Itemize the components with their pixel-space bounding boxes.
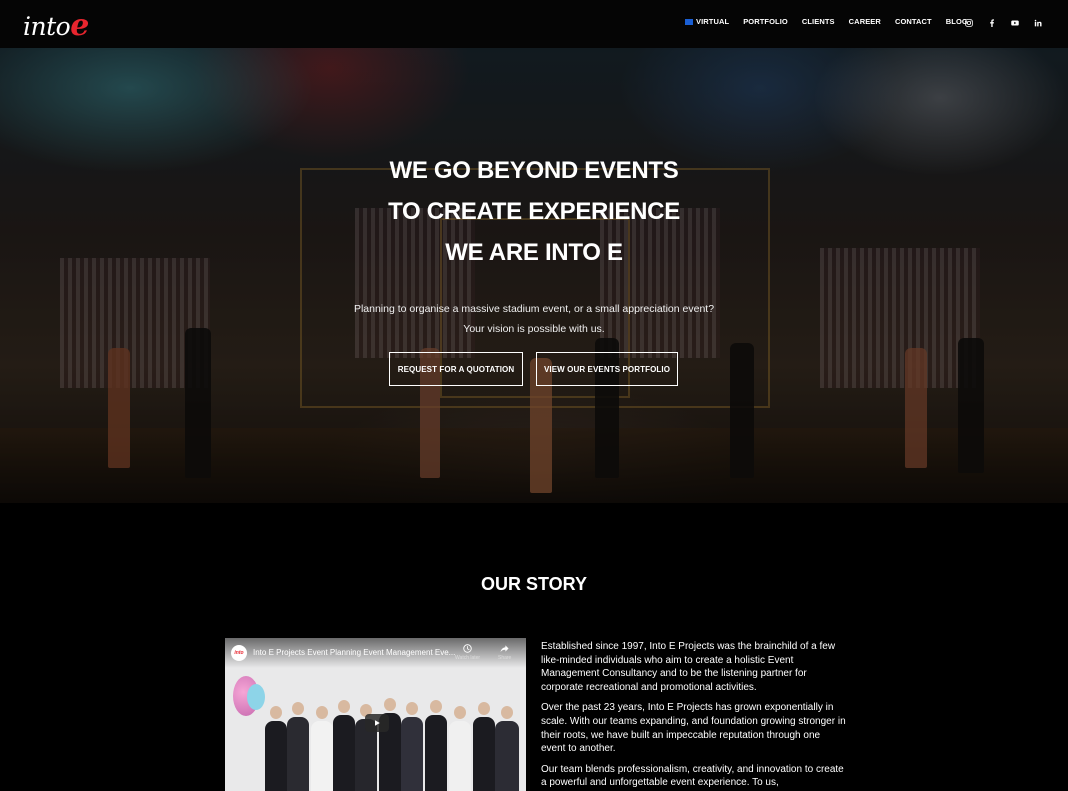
- linkedin-icon[interactable]: [1032, 17, 1044, 29]
- video-title[interactable]: Into E Projects Event Planning Event Man…: [253, 648, 455, 657]
- logo-accent: e: [70, 8, 89, 43]
- view-portfolio-button[interactable]: VIEW OUR EVENTS PORTFOLIO: [536, 352, 678, 386]
- hero-headline-line-3: WE ARE INTO E: [445, 239, 623, 266]
- team-member-head: [454, 706, 466, 719]
- hero-headline-line-1: WE GO BEYOND EVENTS: [389, 157, 679, 184]
- share-button[interactable]: Share: [498, 644, 511, 661]
- hero-content: WE GO BEYOND EVENTS TO CREATE EXPERIENCE…: [0, 48, 1068, 503]
- team-member: [473, 717, 495, 791]
- team-member: [425, 715, 447, 791]
- site-header: intoe VIRTUAL PORTFOLIO CLIENTS CAREER C…: [0, 0, 1068, 48]
- share-label: Share: [498, 655, 512, 661]
- clock-icon: [463, 644, 472, 653]
- request-quotation-button[interactable]: REQUEST FOR A QUOTATION: [389, 352, 523, 386]
- story-paragraph: Established since 1997, Into E Projects …: [541, 641, 836, 693]
- team-member-head: [406, 702, 418, 715]
- team-member: [495, 721, 519, 791]
- team-member: [311, 721, 333, 791]
- logo-text: into: [23, 12, 71, 41]
- channel-avatar[interactable]: into: [231, 645, 247, 661]
- hero-headline-line-2: TO CREATE EXPERIENCE: [388, 198, 680, 225]
- team-member: [333, 715, 355, 791]
- hero-banner: WE GO BEYOND EVENTS TO CREATE EXPERIENCE…: [0, 48, 1068, 503]
- team-member: [265, 721, 287, 791]
- team-member-head: [478, 702, 490, 715]
- nav-clients[interactable]: CLIENTS: [802, 17, 835, 26]
- section-title: OUR STORY: [480, 574, 587, 594]
- nav-portfolio[interactable]: PORTFOLIO: [743, 17, 788, 26]
- youtube-icon[interactable]: [1009, 17, 1021, 29]
- team-member-head: [292, 702, 304, 715]
- team-member-head: [501, 706, 513, 719]
- team-member-head: [270, 706, 282, 719]
- team-member-head: [338, 700, 350, 713]
- team-member: [287, 717, 309, 791]
- video-embed[interactable]: into Into E Projects Event Planning Even…: [225, 638, 526, 791]
- logo[interactable]: intoe: [23, 8, 89, 43]
- facebook-icon[interactable]: [986, 17, 998, 29]
- story-text: Established since 1997, Into E Projects …: [541, 640, 846, 791]
- share-icon: [500, 645, 509, 653]
- watch-later-button[interactable]: Watch later: [455, 644, 480, 661]
- team-member-head: [384, 698, 396, 711]
- team-member: [401, 717, 423, 791]
- main-nav: VIRTUAL PORTFOLIO CLIENTS CAREER CONTACT…: [685, 17, 982, 26]
- hero-subtext-line-2: Your vision is possible with us.: [463, 323, 605, 335]
- hero-subtext-line-1: Planning to organise a massive stadium e…: [353, 303, 715, 315]
- balloon-decoration: [247, 684, 265, 710]
- nav-career[interactable]: CAREER: [849, 17, 881, 26]
- nav-virtual[interactable]: VIRTUAL: [685, 17, 729, 26]
- story-paragraph: Our team blends professionalism, creativ…: [541, 763, 844, 789]
- story-paragraph: Over the past 23 years, Into E Projects …: [541, 702, 846, 755]
- play-button[interactable]: [365, 714, 389, 732]
- team-member-head: [430, 700, 442, 713]
- team-member: [449, 721, 471, 791]
- team-member-head: [316, 706, 328, 719]
- nav-label: VIRTUAL: [696, 17, 730, 26]
- instagram-icon[interactable]: [963, 17, 975, 29]
- watch-later-label: Watch later: [455, 655, 481, 661]
- flag-icon: [685, 18, 693, 25]
- play-icon: [375, 720, 380, 726]
- nav-contact[interactable]: CONTACT: [895, 17, 932, 26]
